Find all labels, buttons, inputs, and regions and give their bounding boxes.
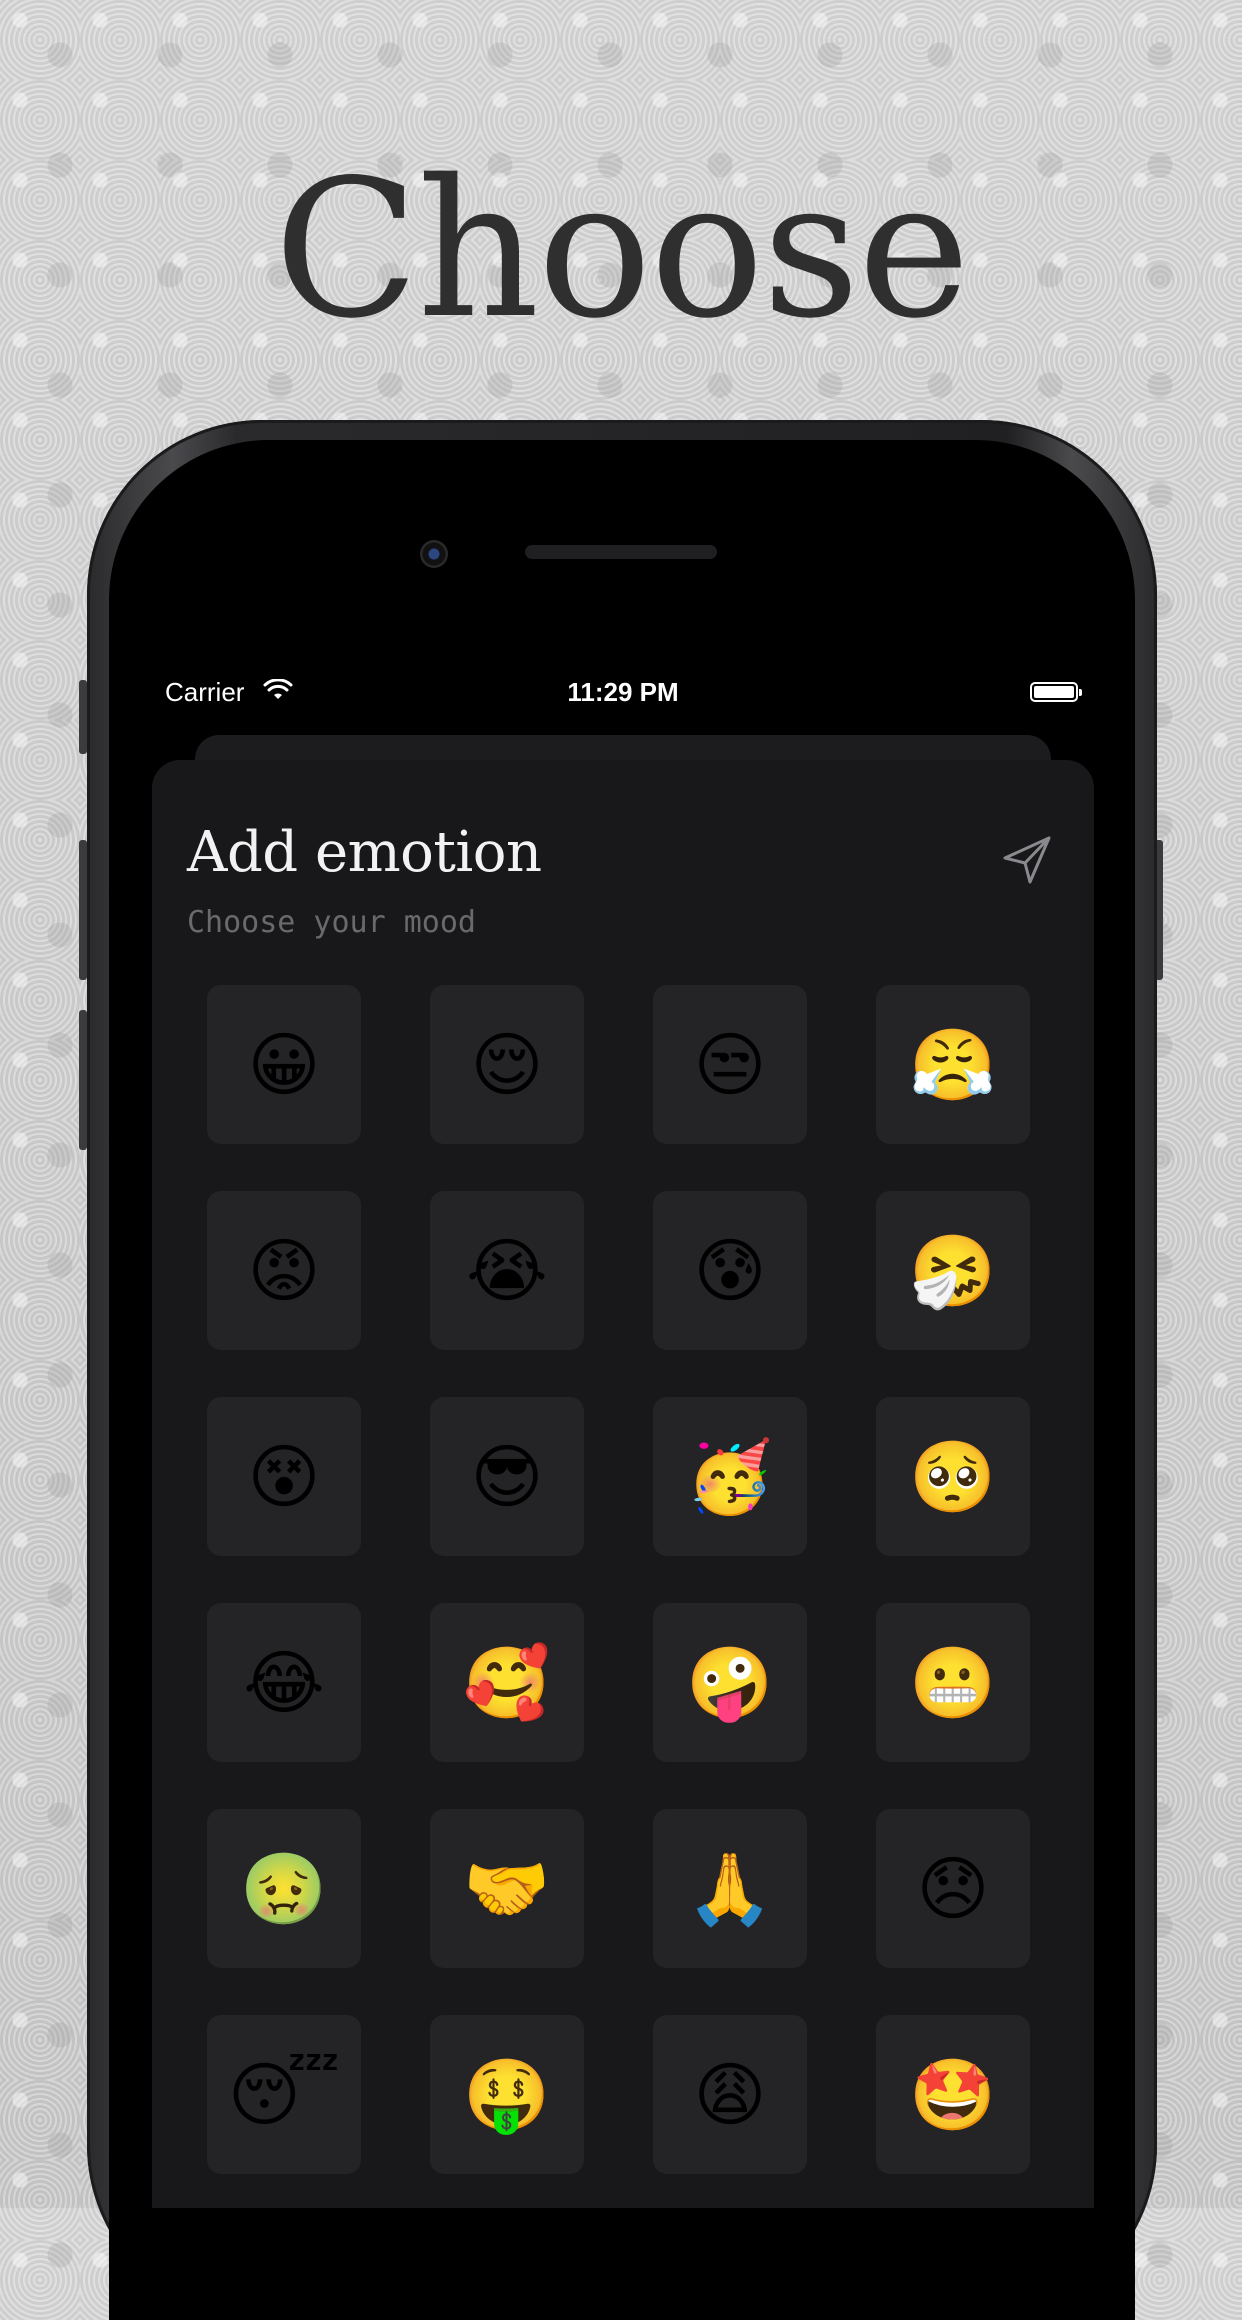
status-bar: Carrier 11:29 PM <box>150 667 1096 717</box>
emoji-tile-sleeping[interactable]: 😴 <box>207 2015 361 2174</box>
sheet-subtitle: Choose your mood <box>187 905 476 940</box>
send-icon <box>1003 836 1051 884</box>
emoji-tile-smiling-hearts[interactable]: 🥰 <box>430 1603 584 1762</box>
emoji-tile-pouting[interactable]: 😡 <box>207 1191 361 1350</box>
emoji-tile-triumph[interactable]: 😤 <box>876 985 1030 1144</box>
emoji-tile-weary[interactable]: 😩 <box>653 2015 807 2174</box>
emoji-tile-unamused[interactable]: 😒 <box>653 985 807 1144</box>
emoji-tile-handshake[interactable]: 🤝 <box>430 1809 584 1968</box>
battery-icon <box>1030 682 1082 702</box>
emoji-tile-grinning[interactable]: 😀 <box>207 985 361 1144</box>
phone-screen: Carrier 11:29 PM Add emotion Choose your… <box>150 667 1096 2208</box>
emoji-tile-star-struck[interactable]: 🤩 <box>876 2015 1030 2174</box>
status-time: 11:29 PM <box>567 677 679 707</box>
emoji-tile-pleading[interactable]: 🥺 <box>876 1397 1030 1556</box>
volume-up-button <box>79 840 87 980</box>
front-camera <box>420 540 448 568</box>
mute-switch <box>79 680 87 754</box>
sheet-title: Add emotion <box>187 820 542 885</box>
emoji-tile-zany[interactable]: 🤪 <box>653 1603 807 1762</box>
emoji-tile-money-mouth[interactable]: 🤑 <box>430 2015 584 2174</box>
emoji-tile-partying[interactable]: 🥳 <box>653 1397 807 1556</box>
emoji-tile-folded-hands[interactable]: 🙏 <box>653 1809 807 1968</box>
emoji-tile-anxious-sweat[interactable]: 😰 <box>653 1191 807 1350</box>
send-button[interactable] <box>997 830 1057 890</box>
emoji-tile-dizzy[interactable]: 😵 <box>207 1397 361 1556</box>
headline: Choose <box>273 139 970 360</box>
emoji-tile-sunglasses[interactable]: 😎 <box>430 1397 584 1556</box>
emoji-tile-sneezing[interactable]: 🤧 <box>876 1191 1030 1350</box>
emoji-tile-disappointed[interactable]: 😞 <box>876 1809 1030 1968</box>
emoji-tile-relieved[interactable]: 😌 <box>430 985 584 1144</box>
add-emotion-sheet: Add emotion Choose your mood 😀 😌 😒 😤 😡 😭… <box>152 760 1094 2208</box>
earpiece-speaker <box>525 545 717 559</box>
emoji-tile-joy[interactable]: 😂 <box>207 1603 361 1762</box>
emoji-tile-grimacing[interactable]: 😬 <box>876 1603 1030 1762</box>
volume-down-button <box>79 1010 87 1150</box>
emoji-grid: 😀 😌 😒 😤 😡 😭 😰 🤧 😵 😎 🥳 🥺 😂 🥰 🤪 😬 🤢 🤝 🙏 😞 … <box>207 985 1033 2174</box>
emoji-tile-nauseated[interactable]: 🤢 <box>207 1809 361 1968</box>
emoji-tile-crying[interactable]: 😭 <box>430 1191 584 1350</box>
